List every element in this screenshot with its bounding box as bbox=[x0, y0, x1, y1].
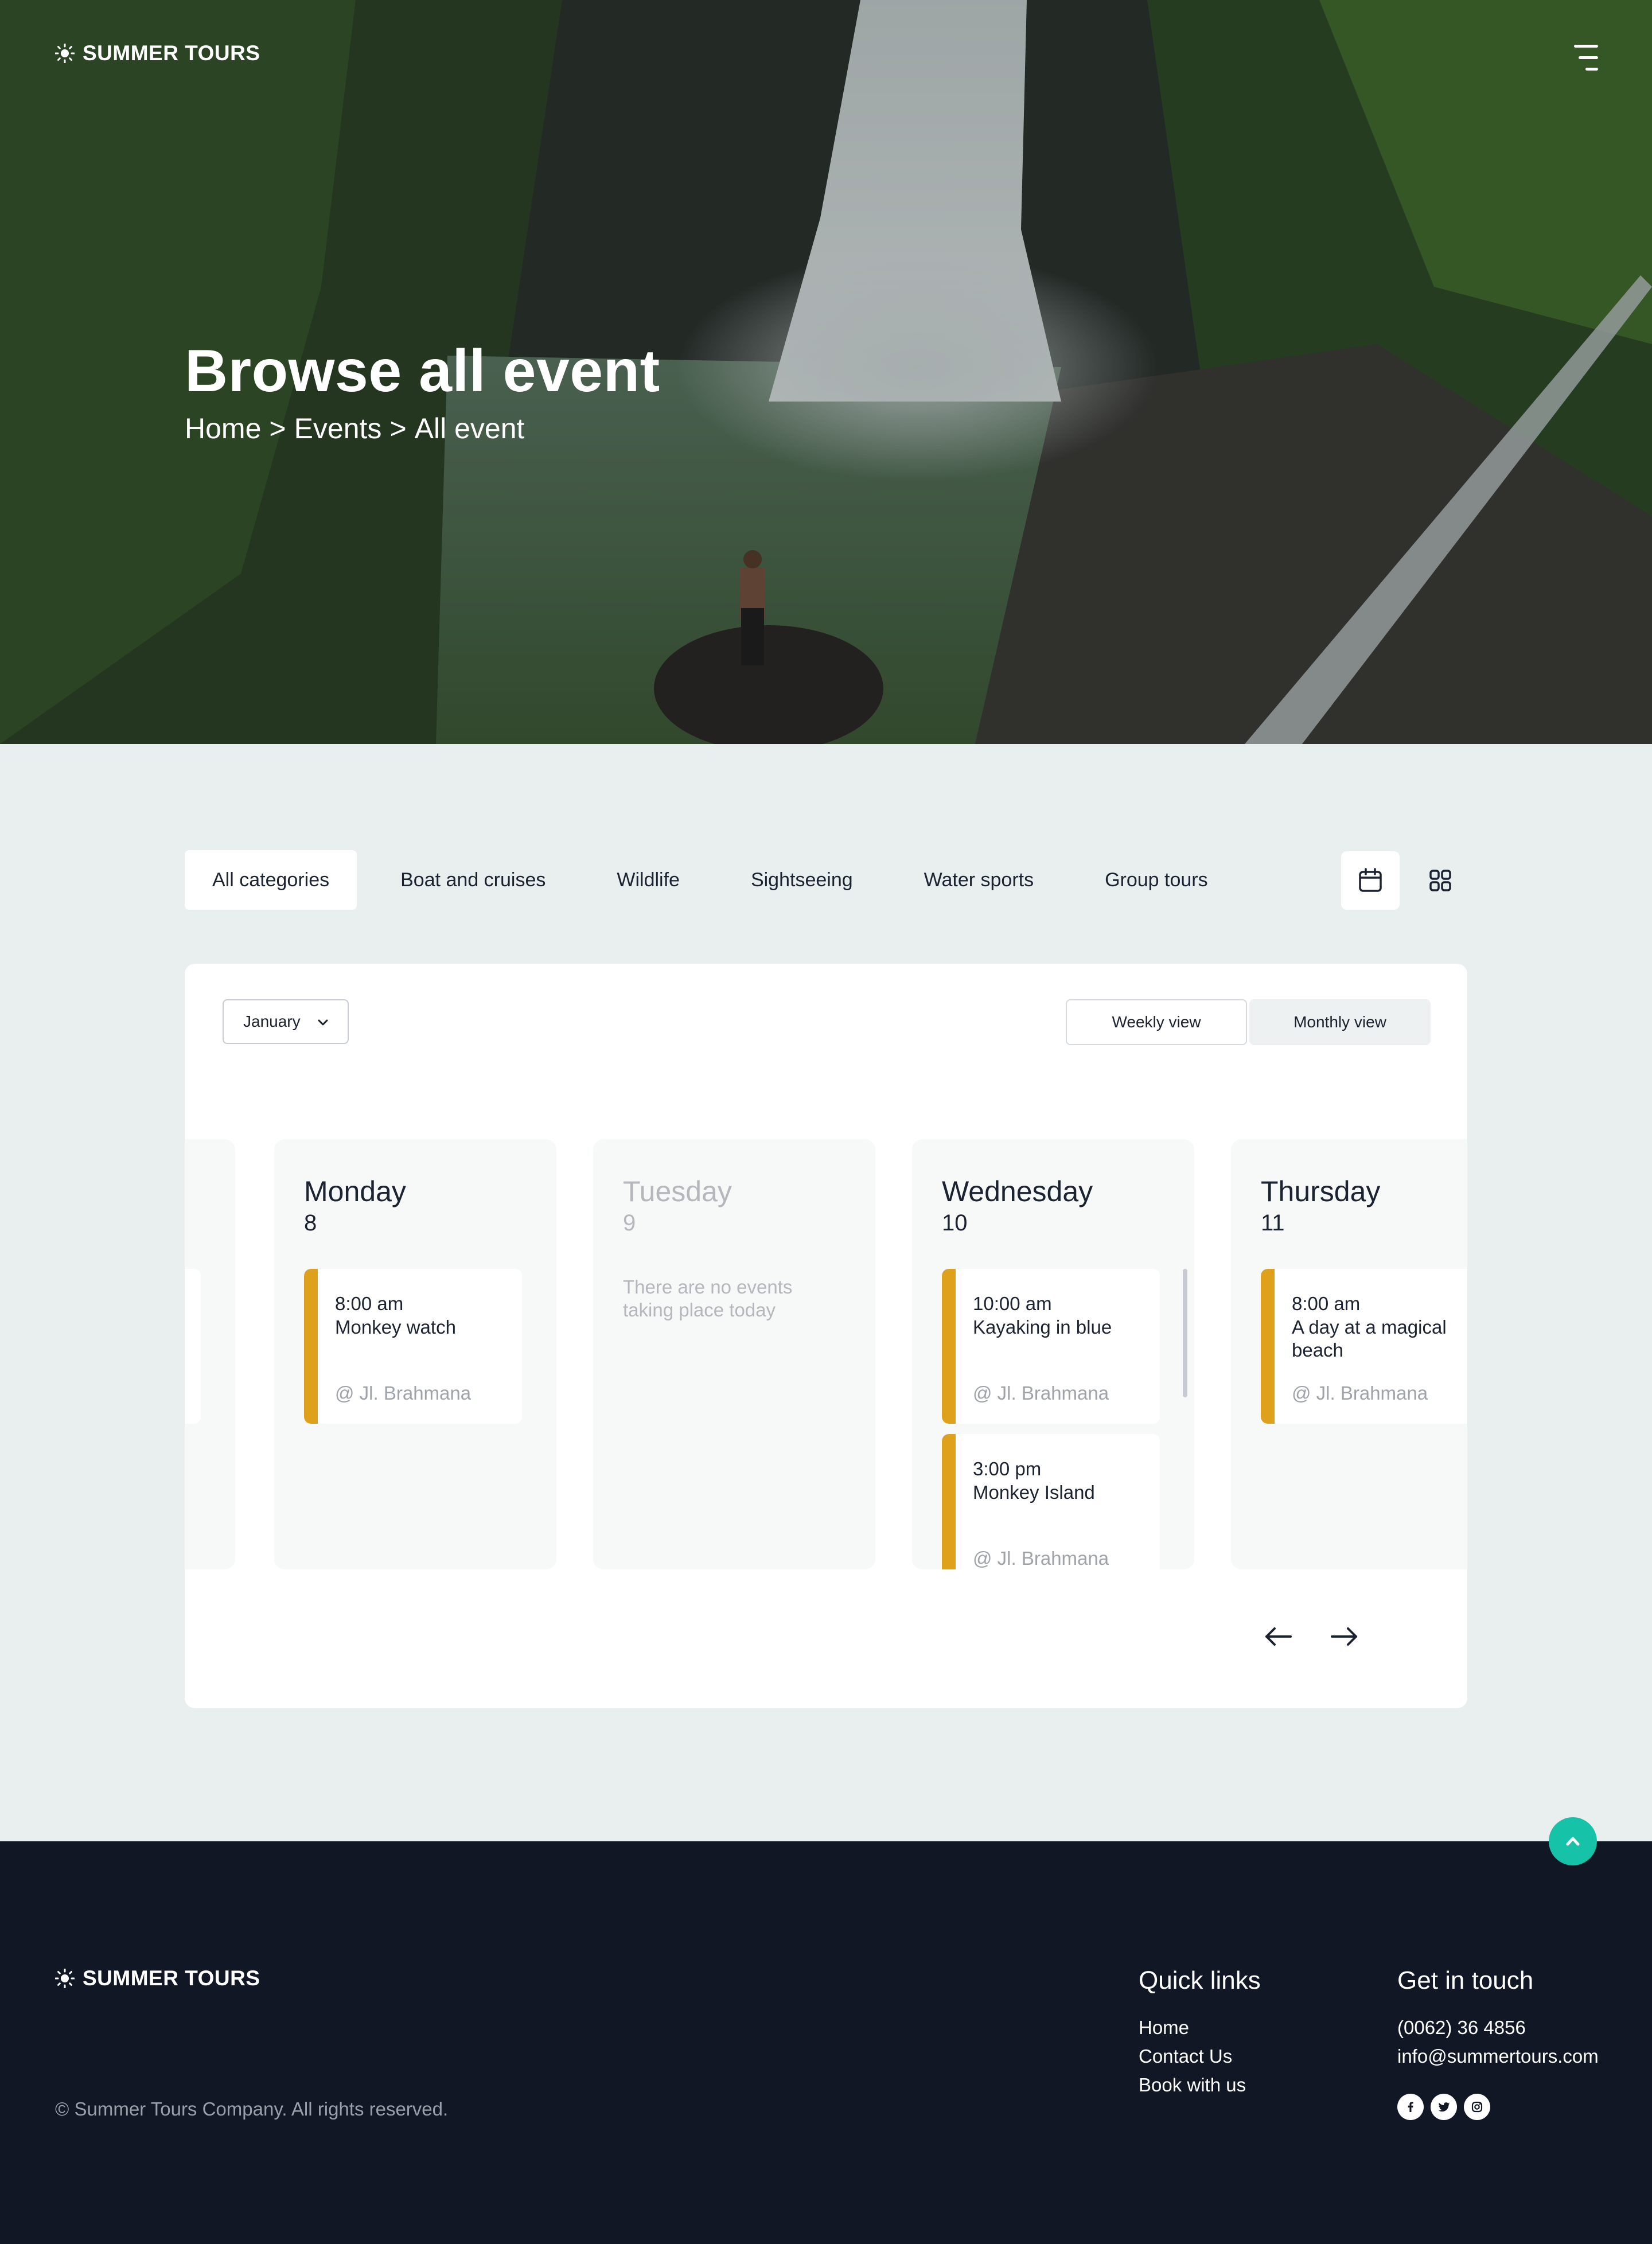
day-number: 11 bbox=[1261, 1210, 1285, 1236]
sun-icon bbox=[54, 43, 75, 64]
event-location: @ Jl. Brahmana bbox=[973, 1548, 1109, 1569]
event-card[interactable]: 10:00 am Kayaking in blue @ Jl. Brahmana bbox=[942, 1269, 1160, 1424]
breadcrumb-home[interactable]: Home bbox=[185, 412, 261, 445]
brand-name: SUMMER TOURS bbox=[83, 41, 260, 65]
event-title: Monkey Island bbox=[973, 1482, 1095, 1503]
event-time: 8:00 am bbox=[335, 1293, 404, 1314]
arrow-left-icon[interactable] bbox=[1261, 1619, 1295, 1654]
day-column-tuesday: Tuesday 9 There are no events taking pla… bbox=[593, 1139, 875, 1569]
grid-view-button[interactable] bbox=[1411, 851, 1470, 910]
tab-group-tours[interactable]: Group tours bbox=[1077, 850, 1236, 910]
calendar-view-button[interactable] bbox=[1341, 851, 1400, 910]
tab-wildlife[interactable]: Wildlife bbox=[589, 850, 707, 910]
tab-all-categories[interactable]: All categories bbox=[185, 850, 357, 910]
event-location: @ Jl. Brahmana bbox=[335, 1382, 472, 1404]
grid-icon bbox=[1429, 870, 1451, 891]
page-title: Browse all event bbox=[185, 338, 660, 404]
tab-sightseeing[interactable]: Sightseeing bbox=[723, 850, 880, 910]
event-card-partial[interactable] bbox=[185, 1269, 201, 1424]
copyright-text: © Summer Tours Company. All rights reser… bbox=[55, 2098, 449, 2120]
hero-banner: SUMMER TOURS Browse all event Home > Eve… bbox=[0, 0, 1652, 744]
instagram-icon[interactable] bbox=[1464, 2094, 1490, 2120]
brand-name: SUMMER TOURS bbox=[83, 1966, 260, 1990]
day-name: Monday bbox=[304, 1175, 406, 1207]
sun-icon bbox=[54, 1968, 75, 1989]
brand-logo[interactable]: SUMMER TOURS bbox=[54, 41, 260, 65]
footer-link-contact[interactable]: Contact Us bbox=[1139, 2046, 1232, 2067]
month-select[interactable]: January bbox=[223, 999, 349, 1044]
footer: SUMMER TOURS © Summer Tours Company. All… bbox=[0, 1841, 1652, 2244]
event-location: @ Jl. Brahmana bbox=[1292, 1382, 1428, 1404]
weekly-view-button[interactable]: Weekly view bbox=[1066, 999, 1247, 1045]
event-accent-bar bbox=[942, 1269, 956, 1424]
breadcrumb-events[interactable]: Events bbox=[294, 412, 382, 445]
footer-brand-logo[interactable]: SUMMER TOURS bbox=[54, 1966, 260, 1990]
event-accent-bar bbox=[942, 1434, 956, 1569]
twitter-icon[interactable] bbox=[1431, 2094, 1457, 2120]
get-in-touch-title: Get in touch bbox=[1397, 1966, 1534, 1994]
day-column-monday: Monday 8 8:00 am Monkey watch @ Jl. Brah… bbox=[274, 1139, 556, 1569]
monthly-view-button[interactable]: Monthly view bbox=[1249, 999, 1431, 1045]
day-name: Wednesday bbox=[942, 1175, 1093, 1207]
calendar-icon bbox=[1359, 868, 1382, 892]
day-column-wednesday: Wednesday 10 10:00 am Kayaking in blue @… bbox=[912, 1139, 1194, 1569]
breadcrumb-current: All event bbox=[414, 412, 525, 445]
event-time: 10:00 am bbox=[973, 1293, 1052, 1314]
facebook-icon[interactable] bbox=[1397, 2094, 1424, 2120]
event-card[interactable]: 3:00 pm Monkey Island @ Jl. Brahmana bbox=[942, 1434, 1160, 1569]
day-number: 10 bbox=[942, 1210, 968, 1236]
day-number: 8 bbox=[304, 1210, 317, 1236]
event-accent-bar bbox=[304, 1269, 318, 1424]
footer-phone[interactable]: (0062) 36 4856 bbox=[1397, 2017, 1526, 2039]
calendar-panel: January Weekly view Monthly view Monday … bbox=[185, 964, 1467, 1708]
chevron-down-icon bbox=[318, 1019, 328, 1026]
event-accent-bar bbox=[1261, 1269, 1275, 1424]
breadcrumb-separator: > bbox=[269, 412, 286, 445]
breadcrumb: Home > Events > All event bbox=[185, 412, 524, 445]
event-card[interactable]: 8:00 am Monkey watch @ Jl. Brahmana bbox=[304, 1269, 522, 1424]
event-location: @ Jl. Brahmana bbox=[973, 1382, 1109, 1404]
month-select-value: January bbox=[243, 1012, 301, 1030]
tab-water-sports[interactable]: Water sports bbox=[897, 850, 1061, 910]
tab-boat-and-cruises[interactable]: Boat and cruises bbox=[373, 850, 573, 910]
event-title: A day at a magical beach bbox=[1292, 1316, 1447, 1361]
day-name: Tuesday bbox=[623, 1175, 732, 1207]
day-number: 9 bbox=[623, 1210, 636, 1236]
no-events-message: There are no events taking place today bbox=[623, 1276, 793, 1320]
day-scrollbar[interactable] bbox=[1183, 1269, 1187, 1397]
menu-icon[interactable] bbox=[1574, 45, 1598, 71]
event-time: 3:00 pm bbox=[973, 1458, 1042, 1479]
breadcrumb-separator: > bbox=[389, 412, 407, 445]
footer-link-home[interactable]: Home bbox=[1139, 2017, 1189, 2039]
event-title: Kayaking in blue bbox=[973, 1316, 1112, 1338]
category-tabs: All categories Boat and cruises Wildlife… bbox=[185, 850, 1252, 910]
social-links bbox=[1397, 2094, 1490, 2120]
day-column-thursday: Thursday 11 8:00 am A day at a magical b… bbox=[1231, 1139, 1467, 1569]
footer-link-book[interactable]: Book with us bbox=[1139, 2074, 1246, 2096]
footer-email[interactable]: info@summertours.com bbox=[1397, 2046, 1599, 2067]
day-name: Thursday bbox=[1261, 1175, 1381, 1207]
event-card[interactable]: 8:00 am A day at a magical beach @ Jl. B… bbox=[1261, 1269, 1467, 1424]
event-time: 8:00 am bbox=[1292, 1293, 1361, 1314]
day-column-partial bbox=[185, 1139, 235, 1569]
back-to-top-button[interactable] bbox=[1549, 1817, 1597, 1865]
event-title: Monkey watch bbox=[335, 1316, 456, 1338]
chevron-up-icon bbox=[1566, 1837, 1580, 1846]
arrow-right-icon[interactable] bbox=[1327, 1619, 1362, 1654]
quick-links-title: Quick links bbox=[1139, 1966, 1261, 1994]
